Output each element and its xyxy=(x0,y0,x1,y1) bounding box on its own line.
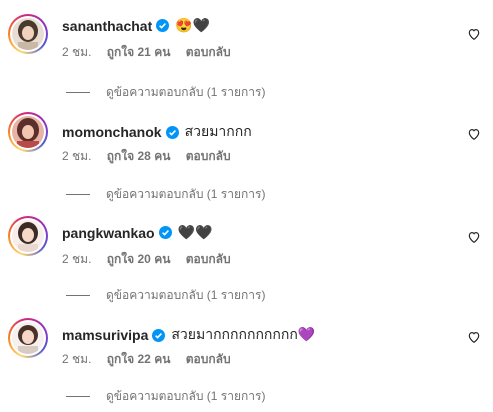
comment-time[interactable]: 2 ชม. xyxy=(62,45,91,59)
comment-text: 😍🖤 xyxy=(175,17,211,33)
avatar-story-ring[interactable] xyxy=(8,112,48,152)
likes-count[interactable]: ถูกใจ 28 คน xyxy=(107,149,171,163)
username-link[interactable]: momonchanok xyxy=(62,124,162,140)
comment-item: pangkwankao 🖤🖤 2 ชม. ถูกใจ 20 คน ตอบกลับ… xyxy=(0,205,493,307)
comment-item: sananthachat 😍🖤 2 ชม. ถูกใจ 21 คน ตอบกลั… xyxy=(0,0,493,102)
reply-button[interactable]: ตอบกลับ xyxy=(186,149,231,163)
heart-outline-icon[interactable] xyxy=(467,330,481,344)
heart-outline-icon[interactable] xyxy=(467,127,481,141)
avatar-story-ring[interactable] xyxy=(8,318,48,358)
reply-button[interactable]: ตอบกลับ xyxy=(186,45,231,59)
heart-outline-icon[interactable] xyxy=(467,230,481,244)
comment-text: สวยมากกก xyxy=(184,123,252,139)
avatar-story-ring[interactable] xyxy=(8,14,48,54)
view-replies-button[interactable]: ดูข้อความตอบกลับ (1 รายการ) xyxy=(66,286,265,305)
avatar-story-ring[interactable] xyxy=(8,216,48,256)
view-replies-label: ดูข้อความตอบกลับ (1 รายการ) xyxy=(106,85,266,99)
likes-count[interactable]: ถูกใจ 22 คน xyxy=(107,352,171,366)
comment-item: momonchanok สวยมากกก 2 ชม. ถูกใจ 28 คน ต… xyxy=(0,103,493,205)
verified-badge-icon xyxy=(158,226,172,239)
comment-time[interactable]: 2 ชม. xyxy=(62,252,91,266)
verified-badge-icon xyxy=(152,328,166,342)
username-link[interactable]: pangkwankao xyxy=(62,225,155,241)
purple-heart-icon: 💜 xyxy=(297,326,316,342)
avatar xyxy=(12,322,44,354)
likes-count[interactable]: ถูกใจ 20 คน xyxy=(107,252,171,266)
comment-text: สวยมากกกกกกกกกก💜 xyxy=(171,326,316,342)
username-link[interactable]: sananthachat xyxy=(62,18,152,34)
heart-outline-icon[interactable] xyxy=(467,27,481,41)
view-replies-button[interactable]: ดูข้อความตอบกลับ (1 รายการ) xyxy=(66,185,265,204)
reply-button[interactable]: ตอบกลับ xyxy=(186,252,231,266)
view-replies-label: ดูข้อความตอบกลับ (1 รายการ) xyxy=(106,187,266,201)
comment-text: 🖤🖤 xyxy=(177,224,213,240)
comment-time[interactable]: 2 ชม. xyxy=(62,149,91,163)
view-replies-button[interactable]: ดูข้อความตอบกลับ (1 รายการ) xyxy=(66,387,265,406)
username-link[interactable]: mamsurivipa xyxy=(62,327,148,343)
verified-badge-icon xyxy=(165,125,179,139)
verified-badge-icon xyxy=(156,19,170,32)
comment-time[interactable]: 2 ชม. xyxy=(62,352,91,366)
likes-count[interactable]: ถูกใจ 21 คน xyxy=(107,45,171,59)
avatar xyxy=(12,18,44,50)
avatar xyxy=(12,220,44,252)
reply-button[interactable]: ตอบกลับ xyxy=(186,352,231,366)
avatar xyxy=(12,116,44,148)
comment-item: mamsurivipa สวยมากกกกกกกกกก💜 2 ชม. ถูกใจ… xyxy=(0,307,493,412)
view-replies-label: ดูข้อความตอบกลับ (1 รายการ) xyxy=(106,389,266,403)
view-replies-button[interactable]: ดูข้อความตอบกลับ (1 รายการ) xyxy=(66,83,265,102)
view-replies-label: ดูข้อความตอบกลับ (1 รายการ) xyxy=(106,288,266,302)
